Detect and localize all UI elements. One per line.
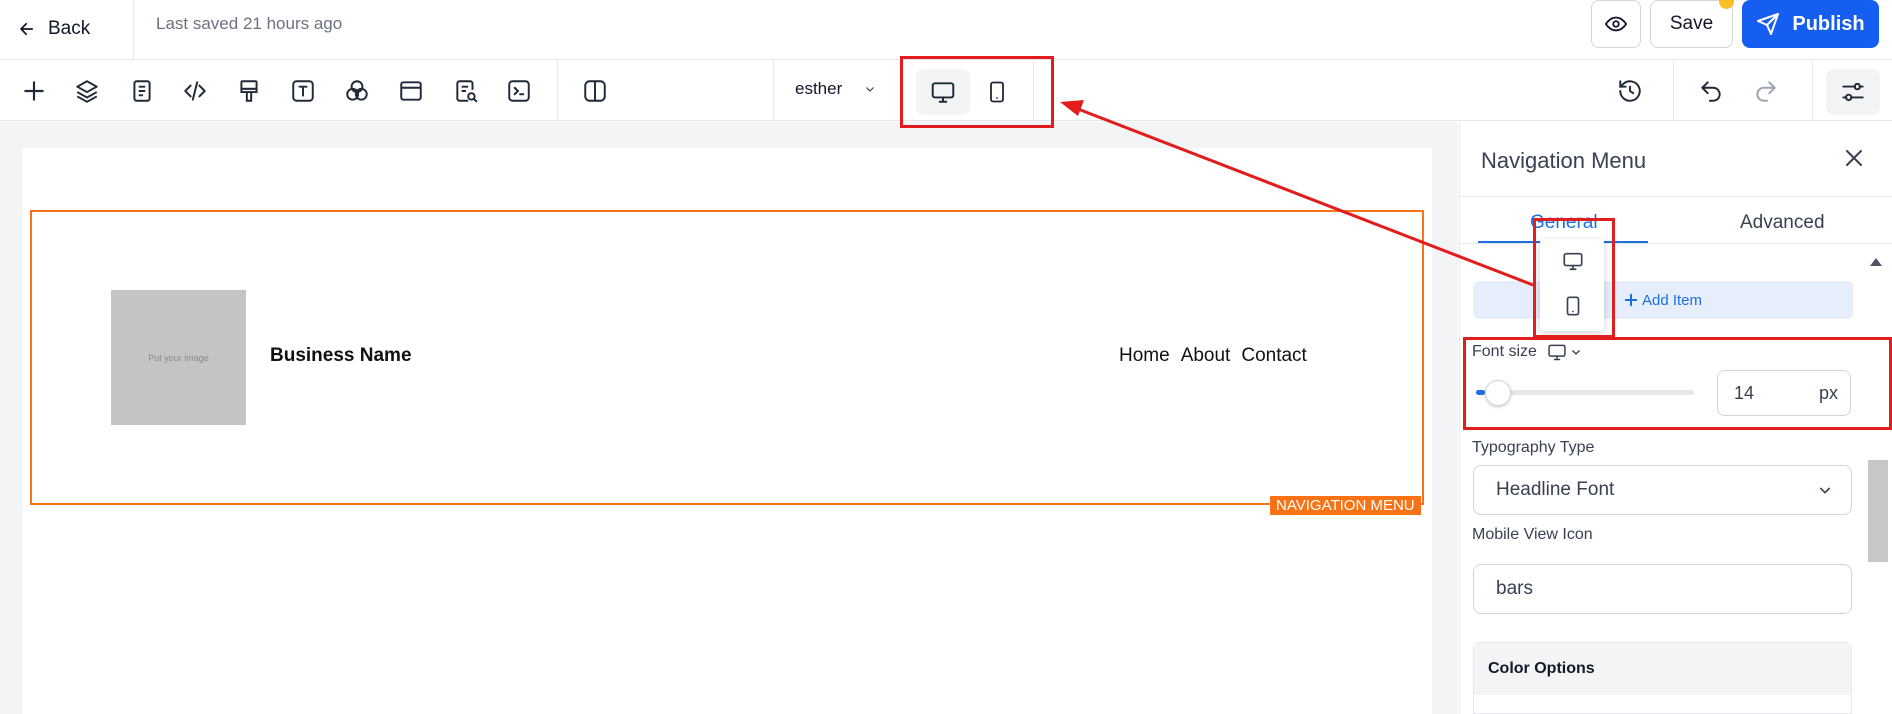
layers-icon (76, 80, 98, 103)
nav-link-about[interactable]: About (1181, 345, 1231, 367)
annotation-box-font-size (1463, 337, 1892, 430)
custom-code-button[interactable] (181, 77, 209, 105)
page-search-icon (456, 80, 478, 103)
mobile-view-icon-input[interactable]: bars (1473, 564, 1852, 614)
send-icon (1757, 13, 1780, 35)
add-item-button[interactable]: Add Item (1473, 281, 1853, 319)
colors-button[interactable] (343, 77, 371, 105)
split-view-icon (584, 80, 606, 102)
publish-button[interactable]: Publish (1742, 0, 1879, 48)
tab-advanced[interactable]: Advanced (1740, 212, 1825, 234)
typography-type-label: Typography Type (1472, 439, 1595, 456)
save-button[interactable]: Save (1650, 0, 1733, 48)
add-element-button[interactable] (20, 77, 48, 105)
divider (1812, 61, 1813, 120)
selected-element-tag: NAVIGATION MENU (1270, 496, 1421, 515)
annotation-box-device-toggle (900, 56, 1054, 128)
scrollbar-thumb[interactable] (1868, 460, 1888, 562)
preview-button[interactable] (1591, 0, 1641, 48)
color-options-header[interactable]: Color Options (1474, 643, 1851, 695)
mobile-view-icon-label: Mobile View Icon (1472, 526, 1593, 543)
tracking-code-button[interactable] (505, 77, 533, 105)
back-button[interactable]: Back (18, 12, 90, 46)
plus-icon (1624, 293, 1638, 307)
redo-icon (1756, 81, 1776, 102)
text-icon (292, 80, 314, 102)
panel-title: Navigation Menu (1481, 148, 1647, 173)
undo-icon (1701, 81, 1721, 102)
arrow-left-icon (20, 22, 34, 36)
sliders-icon (1842, 82, 1864, 102)
back-label: Back (48, 18, 91, 39)
divider (1460, 243, 1892, 244)
nav-link-contact[interactable]: Contact (1241, 345, 1306, 367)
nav-links: Home About Contact (1119, 345, 1307, 367)
pages-button[interactable] (128, 77, 156, 105)
layers-button[interactable] (73, 77, 101, 105)
mobile-view-icon-value: bars (1496, 578, 1533, 599)
color-circles-icon (346, 80, 368, 101)
close-icon (1846, 150, 1862, 166)
redo-button[interactable] (1752, 77, 1780, 105)
last-saved-status: Last saved 21 hours ago (156, 14, 343, 33)
plus-icon (24, 81, 44, 101)
undo-button[interactable] (1697, 77, 1725, 105)
seo-button[interactable] (452, 77, 480, 105)
typography-type-select[interactable]: Headline Font (1473, 465, 1852, 515)
color-options-section: Color Options (1473, 642, 1852, 714)
business-name: Business Name (270, 345, 412, 366)
section-icon (400, 81, 422, 101)
scroll-up-arrow[interactable] (1870, 258, 1882, 266)
chevron-down-icon (1819, 487, 1831, 494)
divider (557, 61, 558, 120)
typography-type-value: Headline Font (1496, 479, 1615, 500)
settings-toggle-button[interactable] (1826, 69, 1880, 115)
sections-button[interactable] (397, 77, 425, 105)
nav-link-home[interactable]: Home (1119, 345, 1170, 367)
logo-image-placeholder[interactable]: Put your image (111, 290, 246, 425)
split-view-button[interactable] (581, 77, 609, 105)
paint-roller-icon (240, 80, 258, 102)
eye-icon (1605, 16, 1627, 32)
terminal-icon (508, 80, 530, 102)
history-icon (1619, 80, 1641, 102)
image-placeholder-text: Put your image (148, 352, 209, 363)
annotation-box-device-dropdown (1533, 218, 1615, 338)
user-name: esther (795, 79, 843, 98)
publish-label: Publish (1792, 12, 1865, 35)
user-selector[interactable]: esther (795, 79, 876, 99)
version-history-button[interactable] (1616, 77, 1644, 105)
divider (133, 0, 134, 59)
page-icon (133, 80, 151, 102)
typography-button[interactable] (289, 77, 317, 105)
divider (1673, 61, 1674, 120)
top-bar: Back Last saved 21 hours ago Save Publis… (0, 0, 1892, 60)
chevron-down-icon (866, 87, 875, 92)
divider (773, 61, 774, 120)
divider (1460, 196, 1892, 197)
code-icon (184, 81, 206, 101)
close-panel-button[interactable] (1842, 146, 1866, 170)
styles-button[interactable] (235, 77, 263, 105)
add-item-label: Add Item (1641, 291, 1703, 309)
